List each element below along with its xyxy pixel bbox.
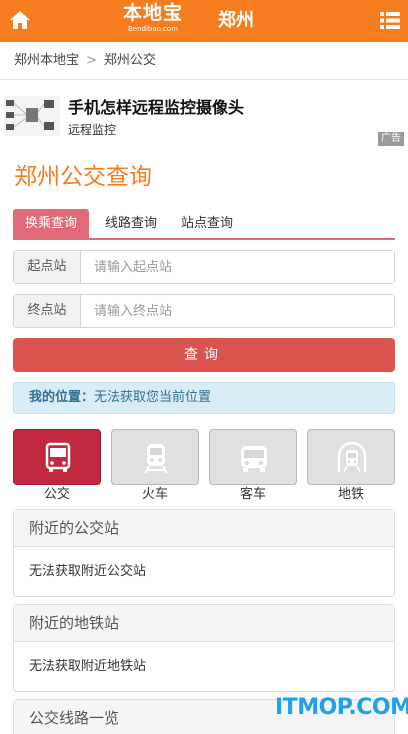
mode-bus-button[interactable] bbox=[13, 429, 101, 485]
panel-content: 无法获取附近公交站 bbox=[29, 564, 147, 579]
location-alert: 我的位置：无法获取您当前位置 bbox=[13, 382, 395, 414]
home-icon[interactable] bbox=[8, 8, 32, 32]
mode-coach-label[interactable]: 客车 bbox=[209, 486, 297, 504]
start-station-label: 起点站 bbox=[14, 251, 81, 283]
end-station-label: 终点站 bbox=[14, 295, 81, 327]
location-label: 我的位置： bbox=[29, 390, 95, 405]
start-station-input[interactable] bbox=[82, 251, 394, 283]
bus-icon bbox=[45, 442, 71, 472]
panel-content: 无法获取附近地铁站 bbox=[29, 659, 147, 674]
tab-transfer-query[interactable]: 换乘查询 bbox=[13, 209, 89, 239]
site-watermark: ITMOP.COM bbox=[275, 695, 408, 720]
tab-station-query[interactable]: 站点查询 bbox=[169, 209, 245, 239]
mode-bus-label[interactable]: 公交 bbox=[13, 486, 101, 504]
end-station-input[interactable] bbox=[82, 295, 394, 327]
coach-icon bbox=[241, 446, 267, 472]
breadcrumb: 郑州本地宝 > 郑州公交 bbox=[0, 42, 408, 80]
ad-label: 广告 bbox=[378, 132, 404, 146]
top-bar: 本地宝 Bendibao.com 郑州 bbox=[0, 0, 408, 42]
breadcrumb-separator: > bbox=[86, 53, 97, 68]
ad-banner[interactable]: 手机怎样远程监控摄像头 远程监控 广告 bbox=[0, 90, 408, 148]
breadcrumb-current-link[interactable]: 郑州公交 bbox=[104, 53, 156, 68]
city-name[interactable]: 郑州 bbox=[218, 10, 254, 32]
train-icon bbox=[144, 444, 168, 474]
location-value: 无法获取您当前位置 bbox=[94, 390, 212, 405]
subway-icon bbox=[337, 442, 367, 473]
ad-thumbnail-image bbox=[4, 96, 60, 136]
site-logo[interactable]: 本地宝 Bendibao.com bbox=[114, 3, 192, 39]
breadcrumb-home-link[interactable]: 郑州本地宝 bbox=[14, 53, 79, 68]
start-station-field: 起点站 bbox=[13, 250, 395, 284]
mode-subway-button[interactable] bbox=[307, 429, 395, 485]
mode-train-label[interactable]: 火车 bbox=[111, 486, 199, 504]
nearby-bus-stops-panel: 附近的公交站 无法获取附近公交站 bbox=[13, 509, 395, 597]
end-station-field: 终点站 bbox=[13, 294, 395, 328]
search-button[interactable]: 查询 bbox=[13, 338, 395, 372]
logo-domain: Bendibao.com bbox=[127, 25, 178, 33]
panel-title: 附近的地铁站 bbox=[14, 605, 394, 642]
mode-coach-button[interactable] bbox=[209, 429, 297, 485]
tab-line-query[interactable]: 线路查询 bbox=[93, 209, 169, 239]
nearby-subway-stations-panel: 附近的地铁站 无法获取附近地铁站 bbox=[13, 604, 395, 692]
mode-train-button[interactable] bbox=[111, 429, 199, 485]
query-tabs: 换乘查询 线路查询 站点查询 bbox=[13, 209, 395, 240]
page-title: 郑州公交查询 bbox=[14, 164, 152, 190]
list-menu-icon[interactable] bbox=[380, 12, 400, 29]
ad-title[interactable]: 手机怎样远程监控摄像头 bbox=[68, 97, 244, 119]
mode-subway-label[interactable]: 地铁 bbox=[307, 486, 395, 504]
panel-title: 附近的公交站 bbox=[14, 510, 394, 547]
ad-subtitle: 远程监控 bbox=[68, 123, 117, 137]
logo-text: 本地宝 bbox=[122, 2, 183, 24]
